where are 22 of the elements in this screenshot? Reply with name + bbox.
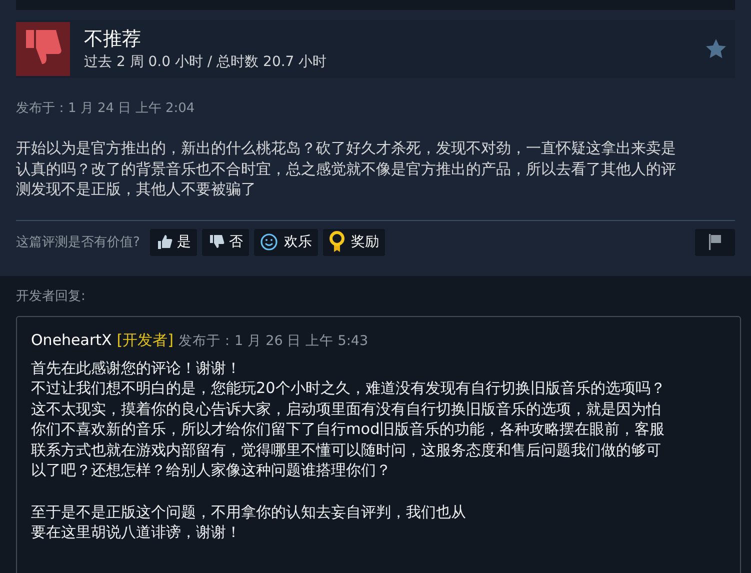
playtime-text: 过去 2 周 0.0 小时 / 总时数 20.7 小时 bbox=[84, 53, 328, 71]
post-date: 发布于：1 月 24 日 上午 2:04 bbox=[16, 100, 196, 118]
helpful-question: 这篇评测是否有价值? bbox=[16, 234, 140, 251]
yes-button[interactable]: 是 bbox=[150, 228, 197, 256]
reply-paragraph: 首先在此感谢您的评论！谢谢！ 不过让我们想不明白的是，您能玩20个小时之久，难道没有发现有自行切换旧版音乐的选项吗？ 这不太现实，摸着你的良心告诉大家，启动项里面有没有自行切换旧版音乐的选项，就是因为怕 你们不喜欢新的音乐，所以才给你们留下了自行mod旧版音乐的功能，各种攻略摆在眼前，客服 联系方式也就在游戏内部留有，觉得哪里不懂可以随时问，这服务态度和售后问题我们做的够可 以了吧？还想怎样？给别人家像这种问题谁搭理你们？ bbox=[31, 358, 666, 482]
flag-icon bbox=[706, 233, 724, 251]
author-name: OneheartX bbox=[31, 330, 112, 348]
medal-icon bbox=[328, 231, 345, 253]
report-button[interactable] bbox=[695, 228, 735, 256]
review-verdict: 不推荐 bbox=[84, 27, 142, 51]
developer-reply-heading: 开发者回复: bbox=[16, 288, 86, 306]
reply-date: 发布于：1 月 26 日 上午 5:43 bbox=[178, 332, 368, 350]
review-text: 开始以为是官方推出的，新出的什么桃花岛？砍了好久才杀死，发现不对劲，一直怀疑这拿出来卖是 认真的吗？改了的背景音乐也不合时宜，总之感觉就不像是官方推出的产品，所以去看了其他人的评 测发现不是正版，其他人不要被骗了 bbox=[16, 138, 677, 200]
developer-tag: [开发者] bbox=[116, 330, 174, 350]
smiley-icon bbox=[260, 233, 278, 251]
funny-button[interactable]: 欢乐 bbox=[254, 228, 318, 256]
thumbs-up-icon bbox=[156, 233, 174, 251]
reply-paragraph: 至于是不是正版这个问题，不用拿你的认知去妄自评判，我们也从 要在这里胡说八道诽谤，谢谢！ bbox=[31, 502, 467, 543]
no-button[interactable]: 否 bbox=[202, 228, 249, 256]
star-icon[interactable] bbox=[705, 38, 727, 60]
award-button[interactable]: 奖励 bbox=[322, 228, 385, 256]
thumbs-down-icon bbox=[208, 233, 226, 251]
